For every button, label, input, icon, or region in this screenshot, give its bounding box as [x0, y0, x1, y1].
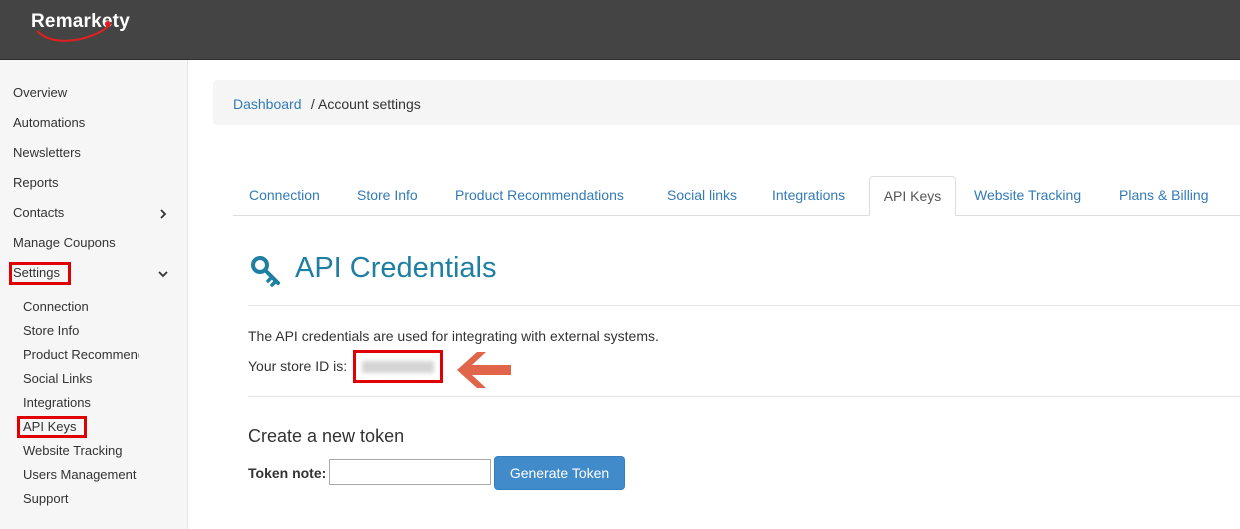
sidebar-item-newsletters[interactable]: Newsletters: [13, 145, 81, 160]
arrow-left-icon: [457, 352, 511, 388]
token-note-input[interactable]: [329, 459, 491, 485]
page-title: API Credentials: [295, 252, 497, 284]
chevron-down-icon[interactable]: [158, 269, 168, 279]
tab-website-tracking[interactable]: Website Tracking: [974, 176, 1081, 216]
settings-highlight-box: [9, 262, 71, 285]
tab-api-keys[interactable]: API Keys: [869, 176, 956, 216]
sidebar-subitem-connection[interactable]: Connection: [23, 299, 139, 314]
tab-integrations[interactable]: Integrations: [772, 176, 845, 216]
logo[interactable]: Remarkety: [31, 11, 151, 43]
sidebar-subitem-support[interactable]: Support: [23, 491, 139, 506]
sidebar-subitem-store-info[interactable]: Store Info: [23, 323, 139, 338]
breadcrumb-dashboard-link[interactable]: Dashboard: [233, 96, 302, 112]
sidebar-item-manage-coupons[interactable]: Manage Coupons: [13, 235, 116, 250]
sidebar: Overview Automations Newsletters Reports…: [0, 60, 188, 529]
breadcrumb-separator: /: [307, 96, 319, 112]
token-note-label: Token note:: [248, 465, 327, 481]
tab-social-links[interactable]: Social links: [667, 176, 737, 216]
key-icon: [251, 256, 280, 287]
tab-plans-billing[interactable]: Plans & Billing: [1119, 176, 1209, 216]
sidebar-subitem-integrations[interactable]: Integrations: [23, 395, 139, 410]
sidebar-subitem-website-tracking[interactable]: Website Tracking: [23, 443, 139, 458]
store-id-label: Your store ID is:: [248, 358, 348, 374]
sidebar-subitem-users-management[interactable]: Users Management: [23, 467, 139, 482]
api-keys-highlight-box: [17, 416, 87, 438]
store-id-value: [353, 350, 443, 383]
tab-connection[interactable]: Connection: [249, 176, 320, 216]
sidebar-subitem-social-links[interactable]: Social Links: [23, 371, 139, 386]
breadcrumb: Dashboard / Account settings: [213, 80, 1240, 125]
sidebar-item-overview[interactable]: Overview: [13, 85, 67, 100]
tab-store-info[interactable]: Store Info: [357, 176, 418, 216]
api-description: The API credentials are used for integra…: [248, 328, 659, 344]
divider: [248, 305, 1240, 306]
sidebar-item-contacts[interactable]: Contacts: [13, 205, 64, 220]
top-bar: Remarkety: [0, 0, 1240, 60]
generate-token-button[interactable]: Generate Token: [494, 456, 625, 490]
logo-swoosh-icon: [36, 21, 111, 42]
chevron-right-icon[interactable]: [158, 209, 168, 219]
sidebar-subitem-product-recommendations[interactable]: Product Recommendations: [23, 347, 139, 362]
sidebar-item-reports[interactable]: Reports: [13, 175, 59, 190]
token-section-title: Create a new token: [248, 426, 405, 446]
divider: [248, 396, 1240, 397]
tab-product-recommendations[interactable]: Product Recommendations: [455, 176, 624, 216]
breadcrumb-current: Account settings: [318, 96, 421, 112]
sidebar-item-automations[interactable]: Automations: [13, 115, 85, 130]
store-id-redacted: [362, 361, 434, 373]
